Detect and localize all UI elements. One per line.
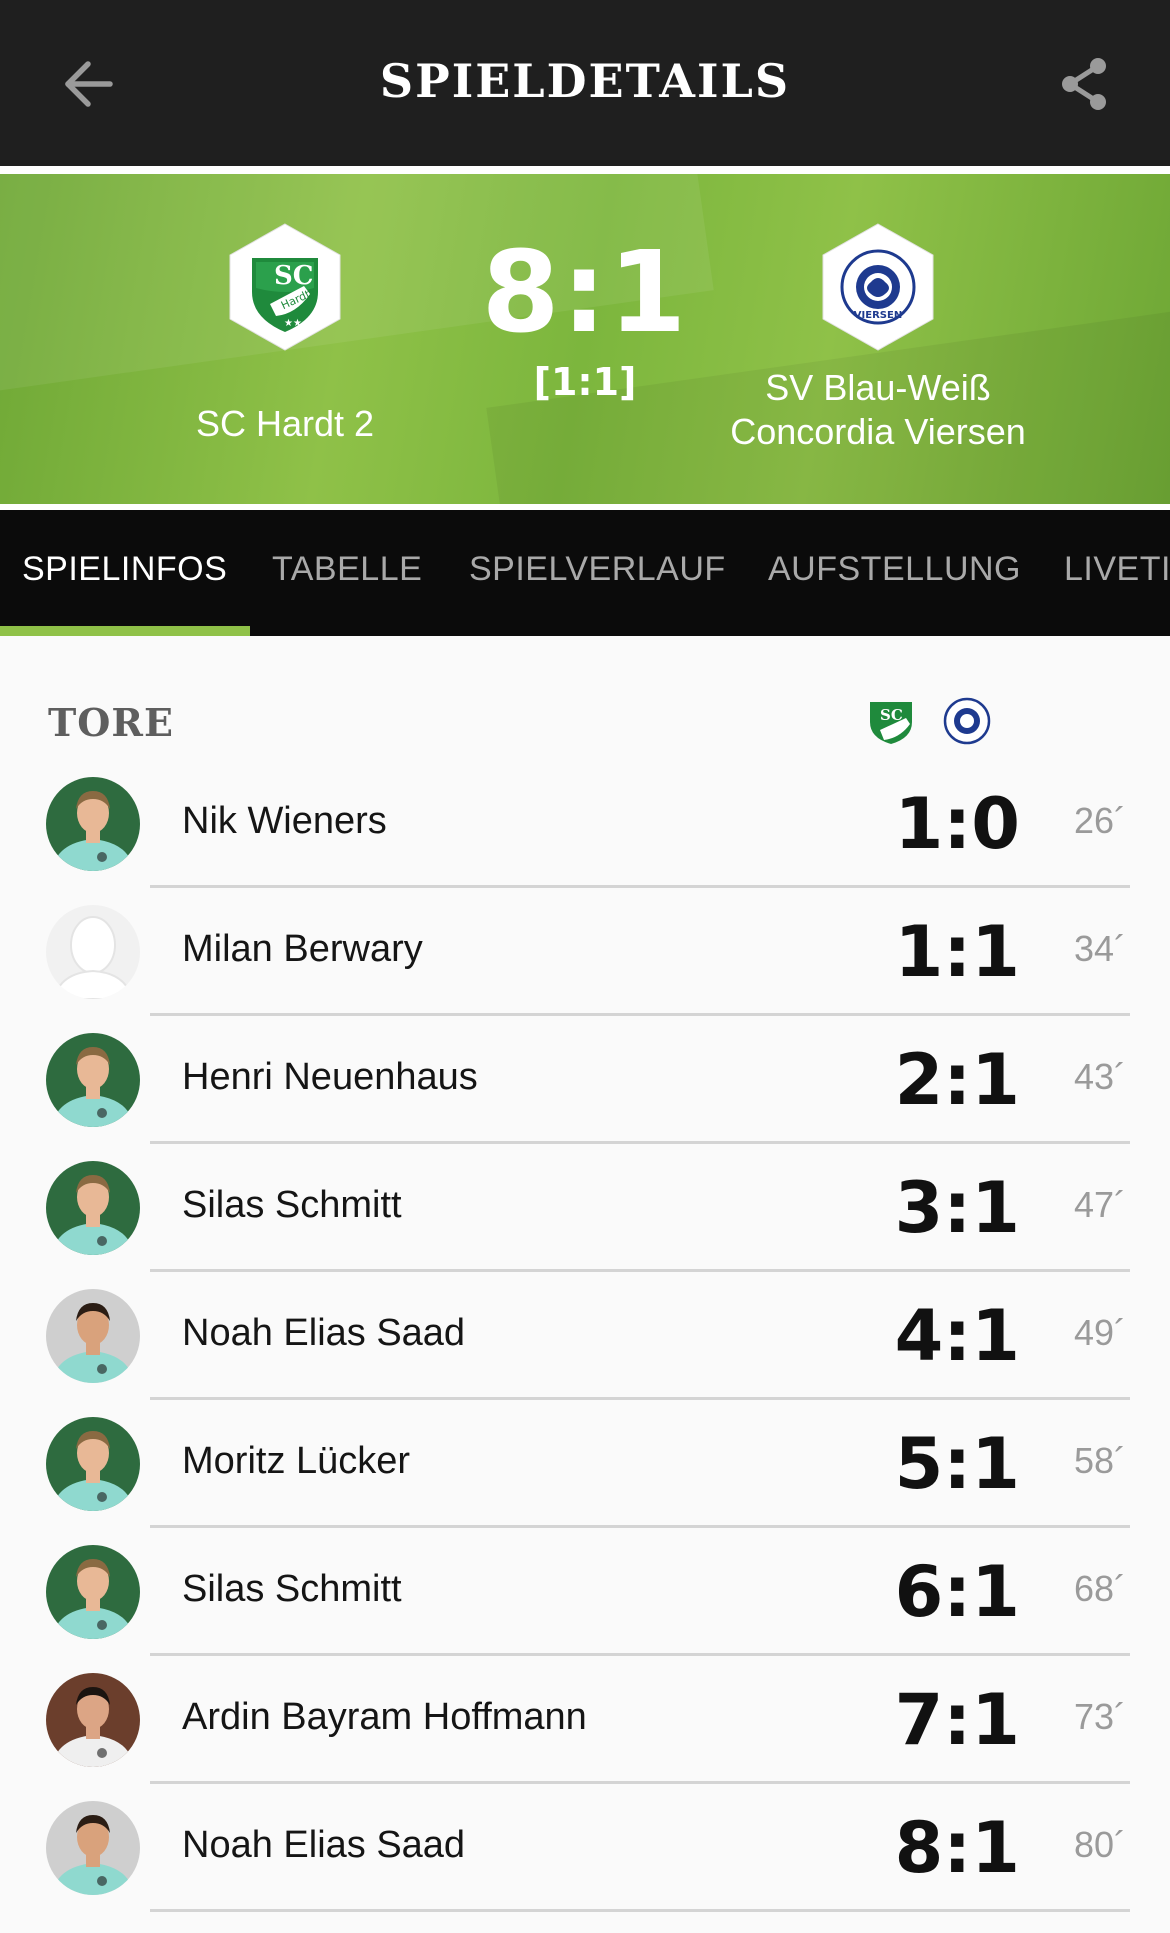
- goal-minute: 58´: [1073, 1440, 1126, 1481]
- away-team[interactable]: VIERSEN SV Blau-Weiß Concordia Viersen: [698, 222, 1058, 454]
- tab-liveticker[interactable]: LIVETI: [1064, 550, 1170, 589]
- away-team-name: SV Blau-Weiß Concordia Viersen: [698, 366, 1058, 454]
- goal-row[interactable]: Noah Elias Saad 8:1 80´: [0, 1784, 1170, 1912]
- goal-minute: 68´: [1073, 1568, 1126, 1609]
- player-name: Nik Wieners: [182, 800, 387, 842]
- goal-score: 6:1: [894, 1551, 1020, 1633]
- goal-score: 3:1: [894, 1167, 1020, 1249]
- player-photo: [46, 1673, 140, 1767]
- player-avatar: [46, 1673, 140, 1767]
- player-photo: [46, 777, 140, 871]
- player-photo: [46, 1033, 140, 1127]
- player-avatar: [46, 1161, 140, 1255]
- player-name: Silas Schmitt: [182, 1184, 402, 1226]
- goal-minute: 34´: [1073, 928, 1126, 969]
- player-avatar: [46, 777, 140, 871]
- top-app-bar: SPIELDETAILS: [0, 0, 1170, 166]
- away-crest-text: VIERSEN: [854, 310, 902, 321]
- row-divider: [150, 1909, 1130, 1912]
- home-team-name: SC Hardt 2: [195, 403, 375, 444]
- goal-score: 5:1: [894, 1423, 1020, 1505]
- goal-minute: 80´: [1073, 1824, 1126, 1865]
- goal-score: 7:1: [894, 1679, 1020, 1761]
- goals-section: TORE SC Nik Wieners 1:0 26´ Milan Berwary 1:…: [0, 636, 1170, 1933]
- player-photo: [46, 1161, 140, 1255]
- player-avatar: [46, 1033, 140, 1127]
- player-photo: [46, 1801, 140, 1895]
- tab-spielverlauf[interactable]: SPIELVERLAUF: [469, 550, 726, 589]
- share-icon: [1058, 56, 1110, 117]
- away-team-name-line1: SV Blau-Weiß: [765, 367, 991, 408]
- goal-row[interactable]: Ardin Bayram Hoffmann 7:1 73´: [0, 1656, 1170, 1784]
- tab-aufstellung[interactable]: AUFSTELLUNG: [768, 550, 1021, 589]
- goal-row[interactable]: Moritz Lücker 5:1 58´: [0, 1400, 1170, 1528]
- goal-minute: 73´: [1073, 1696, 1126, 1737]
- goal-row[interactable]: Noah Elias Saad 4:1 49´: [0, 1272, 1170, 1400]
- tab-tabelle[interactable]: TABELLE: [272, 550, 422, 589]
- goal-score: 8:1: [894, 1807, 1020, 1889]
- section-title: TORE: [48, 700, 174, 745]
- player-name: Milan Berwary: [182, 928, 423, 970]
- goal-row[interactable]: Milan Berwary 1:1 34´: [0, 888, 1170, 1016]
- player-avatar: [46, 1289, 140, 1383]
- player-name: Henri Neuenhaus: [182, 1056, 478, 1098]
- tab-bar: SPIELINFOS TABELLE SPIELVERLAUF AUFSTELL…: [0, 510, 1170, 636]
- away-team-mini-crest: [943, 697, 991, 745]
- player-name: Ardin Bayram Hoffmann: [182, 1696, 587, 1738]
- goal-score: 1:0: [894, 783, 1020, 865]
- divider: [0, 166, 1170, 174]
- goal-row[interactable]: Henri Neuenhaus 2:1 43´: [0, 1016, 1170, 1144]
- player-avatar: [46, 905, 140, 999]
- player-avatar: [46, 1801, 140, 1895]
- app-root: SPIELDETAILS SC Hardt ★★★ SC Hardt 2 8:1…: [0, 0, 1170, 1933]
- goal-minute: 43´: [1073, 1056, 1126, 1097]
- svg-text:SC: SC: [880, 706, 903, 724]
- page-title: SPIELDETAILS: [379, 54, 791, 108]
- active-tab-indicator: [0, 626, 250, 636]
- goal-minute: 26´: [1073, 800, 1126, 841]
- share-button[interactable]: [1054, 52, 1114, 120]
- goal-score: 2:1: [894, 1039, 1020, 1121]
- goal-row[interactable]: Silas Schmitt 3:1 47´: [0, 1144, 1170, 1272]
- player-name: Noah Elias Saad: [182, 1312, 466, 1354]
- match-header: SC Hardt ★★★ SC Hardt 2 8:1 [1:1] VIERSE…: [0, 174, 1170, 504]
- player-avatar: [46, 1545, 140, 1639]
- person-placeholder-icon: [46, 905, 140, 999]
- goal-score: 4:1: [894, 1295, 1020, 1377]
- player-name: Silas Schmitt: [182, 1568, 402, 1610]
- away-team-name-line2: Concordia Viersen: [730, 411, 1026, 452]
- player-photo: [46, 1417, 140, 1511]
- goal-minute: 49´: [1073, 1312, 1126, 1353]
- goal-row[interactable]: Silas Schmitt 6:1 68´: [0, 1528, 1170, 1656]
- tab-spielinfos[interactable]: SPIELINFOS: [22, 550, 227, 589]
- goal-minute: 47´: [1073, 1184, 1126, 1225]
- goal-row[interactable]: Nik Wieners 1:0 26´: [0, 760, 1170, 888]
- away-team-crest: VIERSEN: [822, 223, 934, 351]
- player-photo: [46, 1289, 140, 1383]
- home-team-mini-crest: SC: [870, 702, 912, 744]
- player-name: Moritz Lücker: [182, 1440, 411, 1482]
- goal-score: 1:1: [894, 911, 1020, 993]
- player-name: Noah Elias Saad: [182, 1824, 466, 1866]
- player-photo: [46, 1545, 140, 1639]
- player-avatar: [46, 1417, 140, 1511]
